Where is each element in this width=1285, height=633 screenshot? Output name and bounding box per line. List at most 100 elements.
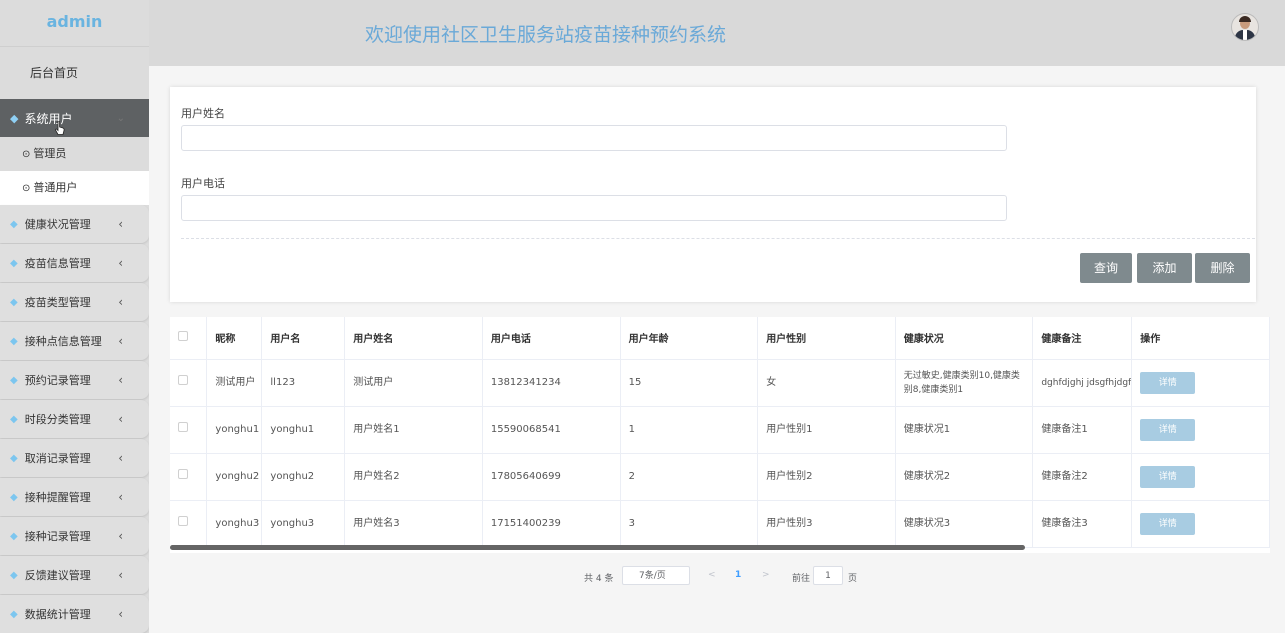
- table-cell: 17151400239: [482, 500, 621, 548]
- detail-button[interactable]: 详情: [1140, 512, 1196, 535]
- column-header: 用户名: [261, 317, 346, 360]
- table-cell: ll123: [261, 359, 346, 407]
- sidebar-item-vaccine-type[interactable]: ◆ 疫苗类型管理 ‹: [0, 283, 149, 321]
- column-header: 昵称: [206, 317, 263, 360]
- delete-button[interactable]: 删除: [1195, 253, 1250, 283]
- table-cell: 2: [620, 453, 759, 501]
- sidebar-item-cancellations[interactable]: ◆ 取消记录管理 ‹: [0, 439, 149, 477]
- sidebar-subitem-label: 普通用户: [33, 181, 78, 194]
- chevron-left-icon: ‹: [118, 256, 123, 270]
- sidebar-item-label: 接种记录管理: [24, 530, 91, 543]
- table-cell: yonghu3: [206, 500, 263, 548]
- column-header: 用户年龄: [620, 317, 759, 360]
- checkbox[interactable]: [178, 516, 188, 526]
- sidebar-item-reminders[interactable]: ◆ 接种提醒管理 ‹: [0, 478, 149, 516]
- row-select-cell[interactable]: [170, 359, 208, 407]
- chevron-left-icon: ‹: [118, 217, 123, 231]
- phone-input[interactable]: [181, 195, 1007, 221]
- brand-logo: admin: [0, 0, 149, 47]
- sidebar-subitem-label: 管理员: [33, 147, 67, 160]
- name-input[interactable]: [181, 125, 1007, 151]
- row-select-cell[interactable]: [170, 453, 208, 501]
- table-cell: 用户性别3: [757, 500, 896, 548]
- sidebar-item-appointments[interactable]: ◆ 预约记录管理 ‹: [0, 361, 149, 399]
- row-select-cell[interactable]: [170, 406, 208, 454]
- diamond-icon: ◆: [10, 257, 18, 269]
- sidebar-item-label: 疫苗信息管理: [24, 257, 91, 270]
- row-select-cell[interactable]: [170, 500, 208, 548]
- page-word-label: 页: [848, 574, 858, 584]
- table-cell: 女: [757, 359, 896, 407]
- sidebar-item-health[interactable]: ◆ 健康状况管理 ‹: [0, 205, 149, 243]
- action-cell: 详情: [1131, 406, 1270, 454]
- table-cell: 17805640699: [482, 453, 621, 501]
- chevron-left-icon: ‹: [118, 373, 123, 387]
- column-header: 用户姓名: [344, 317, 483, 360]
- search-form: 用户姓名 用户电话 查询 添加 删除: [170, 87, 1256, 302]
- diamond-icon: ◆: [10, 374, 18, 386]
- page-size-select[interactable]: 7条/页: [622, 566, 690, 585]
- users-table: 昵称 用户名 用户姓名 用户电话 用户年龄 用户性别 健康状况 健康备注 操作 …: [170, 317, 1270, 553]
- sidebar-item-time-slots[interactable]: ◆ 时段分类管理 ‹: [0, 400, 149, 438]
- phone-label: 用户电话: [181, 177, 225, 190]
- table-row: yonghu2 yonghu2 用户姓名2 17805640699 2 用户性别…: [170, 453, 1270, 501]
- sidebar-item-statistics[interactable]: ◆ 数据统计管理 ‹: [0, 595, 149, 633]
- chevron-left-icon: ‹: [118, 334, 123, 348]
- sidebar-subitem-admin[interactable]: ⊙ 管理员: [0, 137, 149, 171]
- sidebar-item-vaccination-records[interactable]: ◆ 接种记录管理 ‹: [0, 517, 149, 555]
- select-all-cell[interactable]: [170, 317, 208, 360]
- sidebar-item-label: 取消记录管理: [24, 452, 91, 465]
- column-header: 操作: [1131, 317, 1270, 360]
- query-button[interactable]: 查询: [1080, 253, 1132, 283]
- clock-icon: ⊙: [22, 183, 31, 194]
- chevron-left-icon: ‹: [118, 451, 123, 465]
- table-cell: yonghu2: [261, 453, 346, 501]
- chevron-left-icon: ‹: [118, 490, 123, 504]
- name-label: 用户姓名: [181, 107, 225, 120]
- table-cell: 15590068541: [482, 406, 621, 454]
- page-number[interactable]: 1: [735, 570, 741, 580]
- detail-button[interactable]: 详情: [1140, 465, 1196, 488]
- detail-button[interactable]: 详情: [1140, 371, 1196, 394]
- detail-button[interactable]: 详情: [1140, 418, 1196, 441]
- checkbox[interactable]: [178, 375, 188, 385]
- sidebar: admin 后台首页 ◆ 系统用户 ⌄ ⊙ 管理员 ⊙ 普通用户 ◆ 健康状况管理 ‹ …: [0, 0, 149, 633]
- column-header: 健康备注: [1032, 317, 1133, 360]
- next-page-icon[interactable]: >: [762, 570, 770, 580]
- add-button[interactable]: 添加: [1137, 253, 1192, 283]
- prev-page-icon[interactable]: <: [708, 570, 716, 580]
- sidebar-item-vaccine-info[interactable]: ◆ 疫苗信息管理 ‹: [0, 244, 149, 282]
- sidebar-item-label: 接种点信息管理: [24, 335, 102, 348]
- table-cell: 测试用户: [344, 359, 483, 407]
- sidebar-item-label: 系统用户: [24, 111, 73, 126]
- table-cell: 测试用户: [206, 359, 263, 407]
- pagination: 共 4 条 7条/页 < 1 > 前往 1 页: [0, 566, 1285, 588]
- table-cell: 用户姓名2: [344, 453, 483, 501]
- checkbox[interactable]: [178, 469, 188, 479]
- table-cell: 用户性别1: [757, 406, 896, 454]
- table-cell: 健康备注2: [1032, 453, 1133, 501]
- diamond-icon: ◆: [10, 530, 18, 542]
- top-header: 欢迎使用社区卫生服务站疫苗接种预约系统: [149, 0, 1285, 66]
- sidebar-item-home[interactable]: 后台首页: [0, 47, 149, 99]
- horizontal-scrollbar[interactable]: [170, 545, 1025, 550]
- table-cell: 健康状况1: [895, 406, 1034, 454]
- table-cell: 用户姓名1: [344, 406, 483, 454]
- sidebar-item-site-info[interactable]: ◆ 接种点信息管理 ‹: [0, 322, 149, 360]
- table-cell: 健康备注1: [1032, 406, 1133, 454]
- avatar[interactable]: [1231, 13, 1259, 41]
- checkbox[interactable]: [178, 422, 188, 432]
- sidebar-item-system-users[interactable]: ◆ 系统用户 ⌄: [0, 99, 149, 137]
- column-header: 健康状况: [895, 317, 1034, 360]
- sidebar-item-label: 疫苗类型管理: [24, 296, 91, 309]
- column-header: 用户性别: [757, 317, 896, 360]
- table-cell: yonghu3: [261, 500, 346, 548]
- diamond-icon: ◆: [10, 335, 18, 347]
- goto-label: 前往: [792, 574, 811, 584]
- sidebar-subitem-normal-users[interactable]: ⊙ 普通用户: [0, 171, 149, 205]
- checkbox[interactable]: [178, 331, 188, 342]
- table-cell: 13812341234: [482, 359, 621, 407]
- goto-page-input[interactable]: 1: [813, 566, 843, 585]
- form-divider: [181, 238, 1255, 239]
- table-cell: 用户姓名3: [344, 500, 483, 548]
